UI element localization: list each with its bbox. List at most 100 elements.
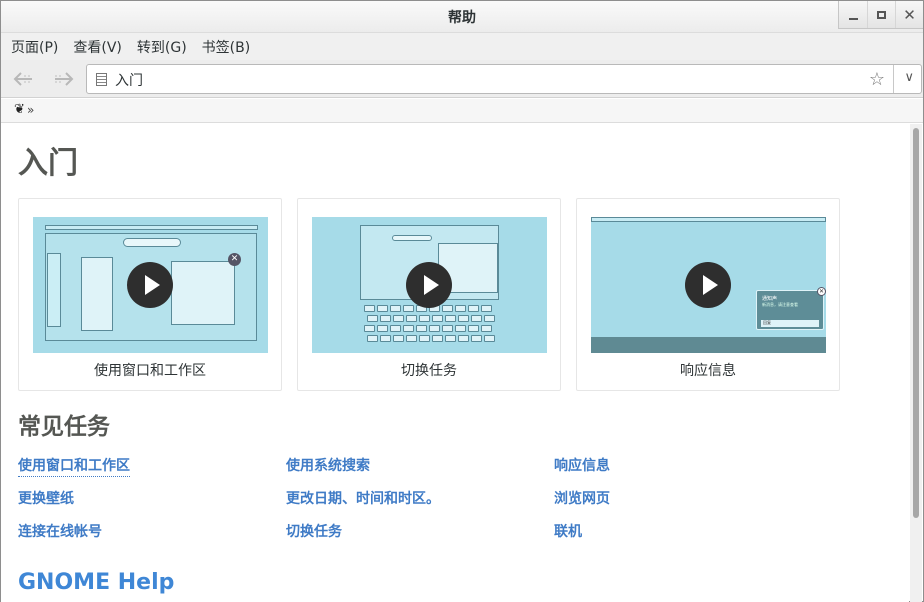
mini-key — [471, 335, 482, 342]
mini-key — [393, 315, 404, 322]
task-link-switch-tasks[interactable]: 切换任务 — [286, 521, 342, 541]
mini-key — [367, 315, 378, 322]
mini-key — [481, 305, 492, 312]
mini-reply-field: 回复 — [761, 320, 819, 327]
play-icon[interactable] — [685, 262, 731, 308]
mini-key — [445, 315, 456, 322]
mini-key — [377, 325, 388, 332]
mini-key — [432, 335, 443, 342]
menu-bar: 页面(P) 查看(V) 转到(G) 书签(B) — [1, 33, 923, 60]
mini-window-a — [81, 257, 113, 331]
mini-key — [380, 335, 391, 342]
task-link-search[interactable]: 使用系统搜索 — [286, 455, 370, 475]
maximize-icon — [877, 10, 886, 19]
mini-key — [364, 305, 375, 312]
mini-key — [419, 335, 430, 342]
mini-key — [403, 325, 414, 332]
mini-search — [123, 238, 181, 247]
mini-key — [390, 325, 401, 332]
mini-key — [455, 325, 466, 332]
toolbar: 入门 ☆ ∨ — [1, 60, 923, 98]
close-button[interactable]: ✕ — [895, 1, 923, 28]
video-card-switch-tasks[interactable]: 切换任务 — [297, 198, 561, 391]
back-button[interactable] — [10, 67, 36, 91]
mini-key — [406, 335, 417, 342]
go-back-icon — [13, 72, 32, 86]
menu-go[interactable]: 转到(G) — [137, 37, 187, 57]
task-link-browse[interactable]: 浏览网页 — [554, 488, 610, 508]
minimize-icon — [848, 17, 858, 20]
mini-key — [380, 315, 391, 322]
mini-key — [484, 335, 495, 342]
scrollbar-thumb[interactable] — [913, 128, 919, 518]
mini-key — [406, 315, 417, 322]
video-caption: 切换任务 — [401, 363, 457, 379]
gnome-foot-icon[interactable]: ❦ — [14, 102, 25, 117]
mini-dash — [47, 253, 61, 327]
vertical-scrollbar[interactable] — [910, 124, 922, 602]
mini-key — [377, 305, 388, 312]
window-controls: ✕ — [838, 1, 923, 29]
location-bar[interactable]: 入门 ☆ ∨ — [86, 64, 922, 94]
video-caption: 使用窗口和工作区 — [94, 363, 206, 379]
video-thumbnail — [312, 217, 547, 353]
gnome-help-heading[interactable]: GNOME Help — [18, 570, 174, 595]
mini-message-tray — [591, 337, 826, 353]
play-icon[interactable] — [406, 262, 452, 308]
menu-view[interactable]: 查看(V) — [73, 37, 122, 57]
mini-key — [367, 335, 378, 342]
mini-keyboard — [364, 305, 500, 347]
location-separator — [893, 65, 894, 93]
breadcrumb: ❦ » — [1, 99, 923, 123]
page-title: 入门 — [18, 146, 78, 181]
help-window: 帮助 ✕ 页面(P) 查看(V) 转到(G) 书签(B) 入门 ☆ ∨ ❦ » — [0, 0, 924, 602]
minimize-button[interactable] — [839, 1, 867, 28]
video-card-windows[interactable]: ✕ 使用窗口和工作区 — [18, 198, 282, 391]
maximize-button[interactable] — [867, 1, 895, 28]
mini-close-icon: ✕ — [817, 287, 826, 296]
mini-key — [455, 305, 466, 312]
help-content: 入门 ✕ 使用窗口和工作区 切换任务 通知声 新消息，请注意查看 回复 ✕ 响应… — [1, 124, 909, 602]
menu-page[interactable]: 页面(P) — [11, 37, 58, 57]
mini-key — [468, 305, 479, 312]
task-link-windows[interactable]: 使用窗口和工作区 — [18, 455, 130, 477]
mini-key — [432, 315, 443, 322]
mini-key — [390, 305, 401, 312]
mini-notification: 通知声 新消息，请注意查看 回复 — [756, 290, 824, 330]
task-link-datetime[interactable]: 更改日期、时间和时区。 — [286, 488, 440, 508]
task-link-wallpaper[interactable]: 更换壁纸 — [18, 488, 74, 508]
breadcrumb-separator: » — [27, 103, 35, 117]
mini-key — [445, 335, 456, 342]
page-icon — [96, 73, 107, 86]
mini-close-icon: ✕ — [228, 253, 241, 266]
go-forward-icon — [55, 72, 74, 86]
forward-button[interactable] — [51, 67, 77, 91]
mini-key — [468, 325, 479, 332]
mini-key — [416, 325, 427, 332]
task-link-online-accounts[interactable]: 连接在线帐号 — [18, 521, 102, 541]
close-icon: ✕ — [903, 5, 916, 24]
task-link-online[interactable]: 联机 — [554, 521, 582, 541]
mini-search — [392, 235, 432, 241]
chevron-down-icon[interactable]: ∨ — [904, 70, 914, 85]
mini-window-b — [171, 261, 235, 325]
mini-key — [393, 335, 404, 342]
video-thumbnail: ✕ — [33, 217, 268, 353]
mini-notification-title: 通知声 — [762, 296, 778, 302]
task-link-messages[interactable]: 响应信息 — [554, 455, 610, 475]
window-title: 帮助 — [448, 10, 476, 26]
mini-key — [471, 315, 482, 322]
menu-bookmarks[interactable]: 书签(B) — [202, 37, 251, 57]
mini-key — [481, 325, 492, 332]
mini-key — [442, 305, 453, 312]
play-icon[interactable] — [127, 262, 173, 308]
star-icon[interactable]: ☆ — [869, 69, 885, 90]
mini-key — [403, 305, 414, 312]
video-card-notifications[interactable]: 通知声 新消息，请注意查看 回复 ✕ 响应信息 — [576, 198, 840, 391]
mini-key — [419, 315, 430, 322]
mini-key — [458, 335, 469, 342]
title-bar: 帮助 ✕ — [1, 1, 923, 33]
location-text: 入门 — [115, 73, 143, 89]
video-thumbnail: 通知声 新消息，请注意查看 回复 ✕ — [591, 217, 826, 353]
mini-topbar — [591, 217, 826, 222]
